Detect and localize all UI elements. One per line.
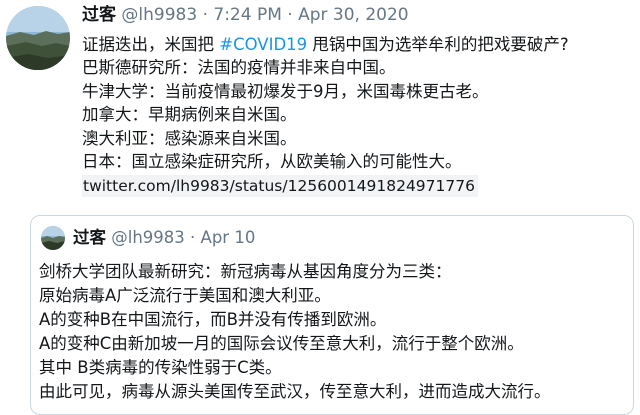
tweet-line: 牛津大学：当前疫情最初爆发于9月，米国毒株更古老。 [82, 81, 489, 101]
hashtag-link[interactable]: #COVID19 [219, 35, 307, 54]
avatar[interactable] [41, 226, 65, 250]
tweet-date[interactable]: Apr 30, 2020 [298, 5, 409, 25]
quoted-line: 剑桥大学团队最新研究：新冠病毒从基因角度分为三类： [39, 262, 452, 281]
tweet-time[interactable]: 7:24 PM [213, 5, 282, 25]
tweet-text: 证据迭出，米国把 #COVID19 甩锅中国为选举牟利的把戏要破产? 巴斯德研究… [82, 33, 638, 198]
quoted-header: 过客 @lh9983 · Apr 10 [73, 227, 255, 249]
tweet-line: 巴斯德研究所：法国的疫情并非来自中国。 [82, 58, 396, 78]
quoted-line: A的变种B在中国流行，而B并没有传播到欧洲。 [39, 310, 387, 329]
tweet-line: 加拿大：早期病例来自米国。 [82, 105, 297, 125]
tweet-line-end: 甩锅中国为选举牟利的把戏要破产? [307, 35, 569, 54]
status-link[interactable]: twitter.com/lh9983/status/12560014918249… [82, 175, 478, 198]
tweet-line: 日本：国立感染症研究所，从欧美输入的可能性大。 [82, 152, 462, 172]
quoted-line: 其中 B类病毒的传染性弱于C类。 [39, 358, 282, 377]
quoted-date[interactable]: Apr 10 [201, 228, 256, 247]
tweet-line-start: 证据迭出，米国把 [82, 35, 220, 54]
separator-dot: · [287, 5, 293, 25]
author-handle[interactable]: @lh9983 [121, 5, 197, 25]
quoted-line: A的变种C由新加坡一月的国际会议传至意大利，流行于整个欧洲。 [39, 334, 524, 353]
quoted-tweet[interactable]: 过客 @lh9983 · Apr 10 剑桥大学团队最新研究：新冠病毒从基因角度… [30, 215, 634, 415]
separator-dot: · [202, 5, 208, 25]
author-name[interactable]: 过客 [82, 5, 116, 25]
tweet-line: 证据迭出，米国把 #COVID19 甩锅中国为选举牟利的把戏要破产? [82, 33, 638, 56]
quoted-text: 剑桥大学团队最新研究：新冠病毒从基因角度分为三类： 原始病毒A广泛流行于美国和澳… [39, 260, 631, 404]
avatar[interactable] [6, 6, 70, 70]
quoted-line: 由此可见，病毒从源头美国传至武汉，传至意大利，进而造成大流行。 [39, 382, 551, 401]
tweet-header: 过客 @lh9983 · 7:24 PM · Apr 30, 2020 [82, 4, 409, 26]
author-handle[interactable]: @lh9983 [111, 228, 185, 247]
author-name[interactable]: 过客 [73, 228, 106, 247]
tweet-line: 澳大利亚：感染源来自米国。 [82, 128, 297, 148]
separator-dot: · [190, 228, 196, 247]
quoted-line: 原始病毒A广泛流行于美国和澳大利亚。 [39, 286, 331, 305]
